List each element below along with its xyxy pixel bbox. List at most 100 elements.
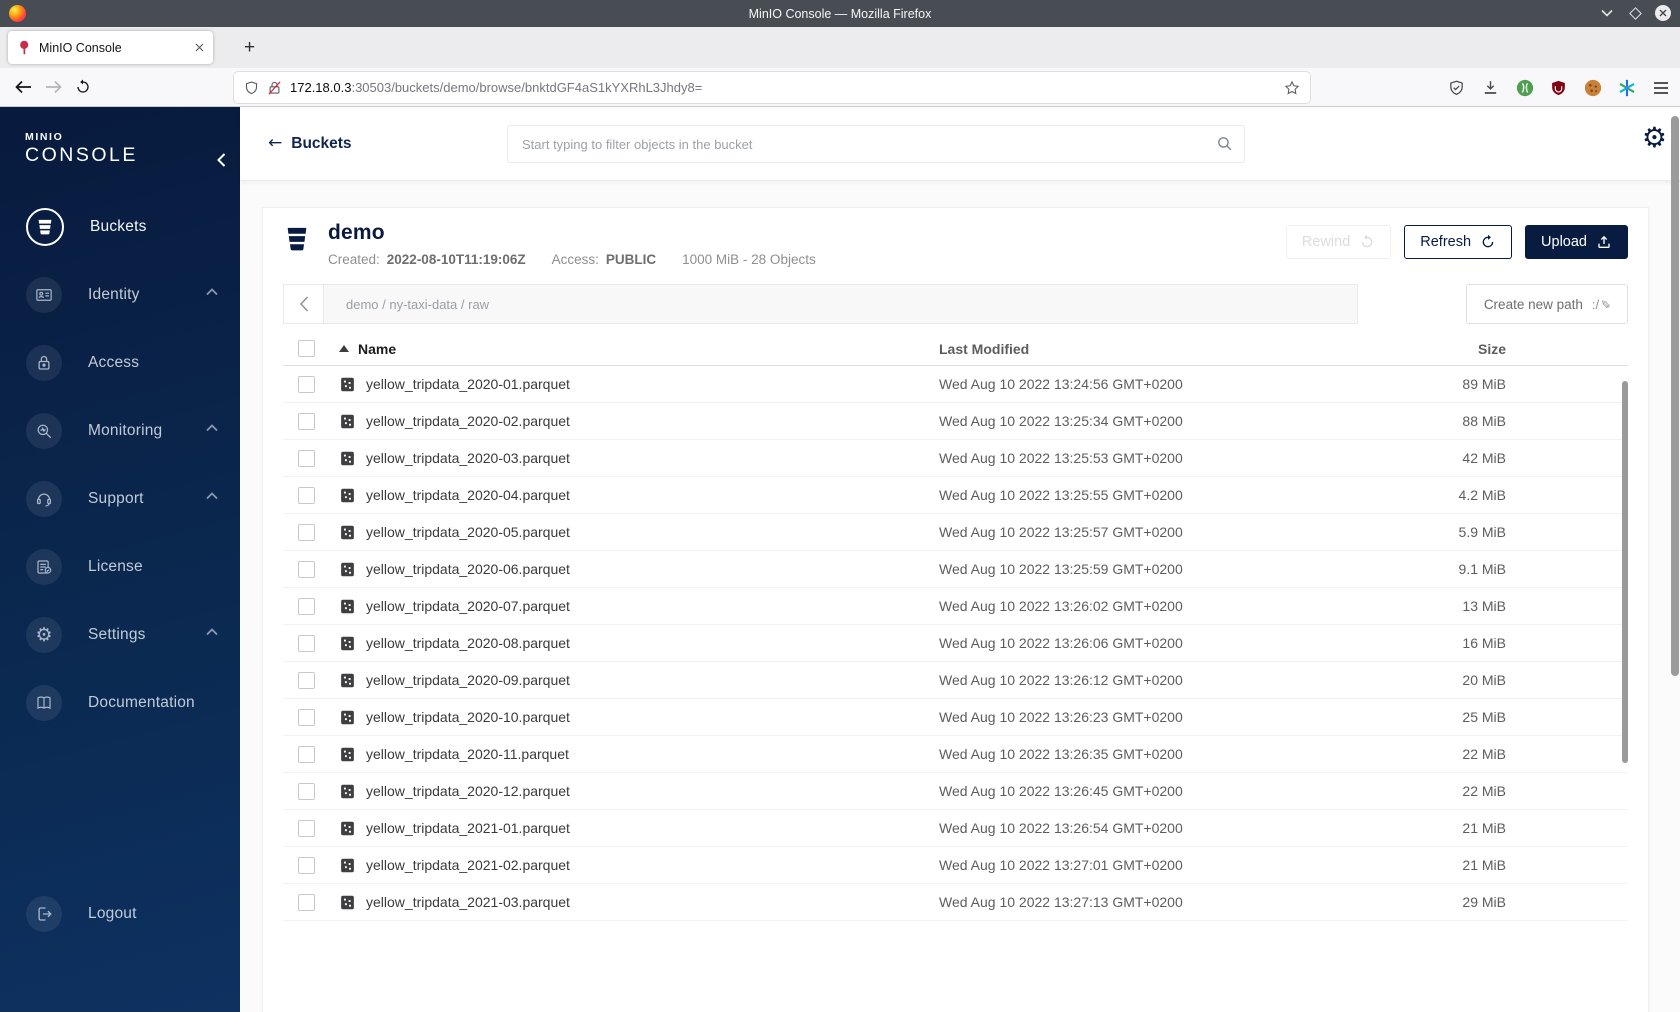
- object-filter-search: [507, 125, 1245, 163]
- table-row[interactable]: yellow_tripdata_2021-02.parquet Wed Aug …: [283, 847, 1628, 884]
- back-arrow-icon: ←: [268, 133, 283, 153]
- bookmark-star-icon[interactable]: [1284, 80, 1300, 96]
- tab-close-button[interactable]: [195, 43, 204, 52]
- minio-favicon: [17, 40, 31, 55]
- sidebar-item-support[interactable]: Support: [26, 479, 240, 519]
- cookie-icon[interactable]: [1583, 78, 1602, 97]
- window-title: MinIO Console — Mozilla Firefox: [748, 6, 932, 21]
- created-value: 2022-08-10T11:19:06Z: [386, 252, 526, 267]
- sidebar-item-logout[interactable]: Logout: [26, 894, 137, 934]
- table-row[interactable]: yellow_tripdata_2020-04.parquet Wed Aug …: [283, 477, 1628, 514]
- search-input[interactable]: [507, 125, 1245, 163]
- page-scrollbar-thumb[interactable]: [1671, 116, 1679, 676]
- parquet-file-icon: [339, 376, 356, 393]
- object-size: 20 MiB: [1462, 672, 1506, 688]
- sidebar-item-access[interactable]: Access: [26, 343, 240, 383]
- insecure-lock-icon[interactable]: [267, 80, 282, 96]
- row-checkbox[interactable]: [298, 560, 315, 578]
- sidebar-item-identity[interactable]: Identity: [26, 275, 240, 315]
- table-row[interactable]: yellow_tripdata_2020-02.parquet Wed Aug …: [283, 403, 1628, 440]
- sidebar-item-monitoring[interactable]: Monitoring: [26, 411, 240, 451]
- row-checkbox[interactable]: [298, 782, 315, 800]
- create-new-path-button[interactable]: Create new path :/✎: [1466, 284, 1628, 324]
- object-size: 22 MiB: [1462, 746, 1506, 762]
- extension-icon-green[interactable]: [1515, 78, 1534, 97]
- chevron-up-icon[interactable]: [206, 492, 218, 500]
- table-row[interactable]: yellow_tripdata_2020-05.parquet Wed Aug …: [283, 514, 1628, 551]
- row-checkbox[interactable]: [298, 819, 315, 837]
- row-checkbox[interactable]: [298, 745, 315, 763]
- table-row[interactable]: yellow_tripdata_2020-03.parquet Wed Aug …: [283, 440, 1628, 477]
- row-checkbox[interactable]: [298, 634, 315, 652]
- window-titlebar: MinIO Console — Mozilla Firefox: [0, 0, 1680, 27]
- chevron-up-icon[interactable]: [206, 424, 218, 432]
- row-checkbox[interactable]: [298, 708, 315, 726]
- column-header-name[interactable]: Name: [358, 341, 396, 357]
- sort-ascending-icon[interactable]: [339, 345, 349, 352]
- sidebar-item-buckets[interactable]: Buckets: [26, 207, 240, 247]
- table-row[interactable]: yellow_tripdata_2021-03.parquet Wed Aug …: [283, 884, 1628, 921]
- column-header-last-modified[interactable]: Last Modified: [939, 341, 1369, 357]
- table-row[interactable]: yellow_tripdata_2020-06.parquet Wed Aug …: [283, 551, 1628, 588]
- page-header: ← Buckets ⚙: [240, 107, 1680, 181]
- upload-button[interactable]: Upload: [1525, 225, 1628, 259]
- tracking-protection-shield-icon[interactable]: [1447, 78, 1466, 97]
- row-checkbox[interactable]: [298, 523, 315, 541]
- chevron-up-icon[interactable]: [206, 288, 218, 296]
- table-row[interactable]: yellow_tripdata_2021-01.parquet Wed Aug …: [283, 810, 1628, 847]
- sidebar-item-settings[interactable]: ⚙ Settings: [26, 615, 240, 655]
- row-checkbox[interactable]: [298, 597, 315, 615]
- window-close-button[interactable]: [1652, 2, 1674, 24]
- table-row[interactable]: yellow_tripdata_2020-12.parquet Wed Aug …: [283, 773, 1628, 810]
- back-to-buckets-link[interactable]: ← Buckets: [268, 135, 352, 153]
- table-row[interactable]: yellow_tripdata_2020-07.parquet Wed Aug …: [283, 588, 1628, 625]
- extension-icon-colorful-asterisk[interactable]: [1617, 78, 1636, 97]
- table-row[interactable]: yellow_tripdata_2020-10.parquet Wed Aug …: [283, 699, 1628, 736]
- sidebar-collapse-button[interactable]: [217, 153, 226, 167]
- reload-button[interactable]: [68, 72, 98, 102]
- parquet-file-icon: [339, 561, 356, 578]
- current-path-breadcrumb[interactable]: demo / ny-taxi-data / raw: [324, 285, 489, 323]
- url-bar[interactable]: 172.18.0.3:30503/buckets/demo/browse/bnk…: [234, 72, 1310, 103]
- sidebar-menu: Buckets Identity Access Monitoring Suppo…: [0, 207, 240, 723]
- path-back-button[interactable]: [284, 285, 324, 323]
- refresh-button[interactable]: Refresh: [1404, 225, 1513, 259]
- table-row[interactable]: yellow_tripdata_2020-11.parquet Wed Aug …: [283, 736, 1628, 773]
- back-button[interactable]: [8, 72, 38, 102]
- console-settings-gear-button[interactable]: ⚙: [1642, 124, 1667, 152]
- parquet-file-icon: [339, 709, 356, 726]
- table-scrollbar-thumb[interactable]: [1622, 381, 1628, 763]
- url-text[interactable]: 172.18.0.3:30503/buckets/demo/browse/bnk…: [290, 80, 1276, 95]
- sidebar-item-documentation[interactable]: Documentation: [26, 683, 240, 723]
- sidebar-item-label: Documentation: [88, 694, 195, 711]
- window-controls: [1596, 2, 1674, 24]
- row-checkbox[interactable]: [298, 856, 315, 874]
- forward-button[interactable]: [38, 72, 68, 102]
- row-checkbox[interactable]: [298, 671, 315, 689]
- monitoring-icon: [26, 413, 62, 449]
- site-info-shield-icon[interactable]: [244, 80, 259, 96]
- sidebar-item-license[interactable]: License: [26, 547, 240, 587]
- column-header-size[interactable]: Size: [1369, 341, 1628, 357]
- new-tab-button[interactable]: +: [236, 34, 263, 61]
- table-row[interactable]: yellow_tripdata_2020-09.parquet Wed Aug …: [283, 662, 1628, 699]
- row-checkbox[interactable]: [298, 375, 315, 393]
- row-checkbox[interactable]: [298, 449, 315, 467]
- hamburger-menu-icon[interactable]: [1651, 78, 1670, 97]
- row-checkbox[interactable]: [298, 486, 315, 504]
- access-label: Access:: [551, 252, 599, 267]
- chevron-up-icon[interactable]: [206, 628, 218, 636]
- window-minimize-button[interactable]: [1596, 2, 1618, 24]
- license-icon: [26, 549, 62, 585]
- row-checkbox[interactable]: [298, 893, 315, 911]
- window-maximize-button[interactable]: [1624, 2, 1646, 24]
- table-row[interactable]: yellow_tripdata_2020-08.parquet Wed Aug …: [283, 625, 1628, 662]
- select-all-checkbox[interactable]: [298, 340, 315, 357]
- downloads-icon[interactable]: [1481, 78, 1500, 97]
- object-size: 22 MiB: [1462, 783, 1506, 799]
- browser-tab-minio-console[interactable]: MinIO Console: [8, 31, 213, 64]
- row-checkbox[interactable]: [298, 412, 315, 430]
- table-row[interactable]: yellow_tripdata_2020-01.parquet Wed Aug …: [283, 366, 1628, 403]
- parquet-file-icon: [339, 857, 356, 874]
- ublock-shield-icon[interactable]: [1549, 78, 1568, 97]
